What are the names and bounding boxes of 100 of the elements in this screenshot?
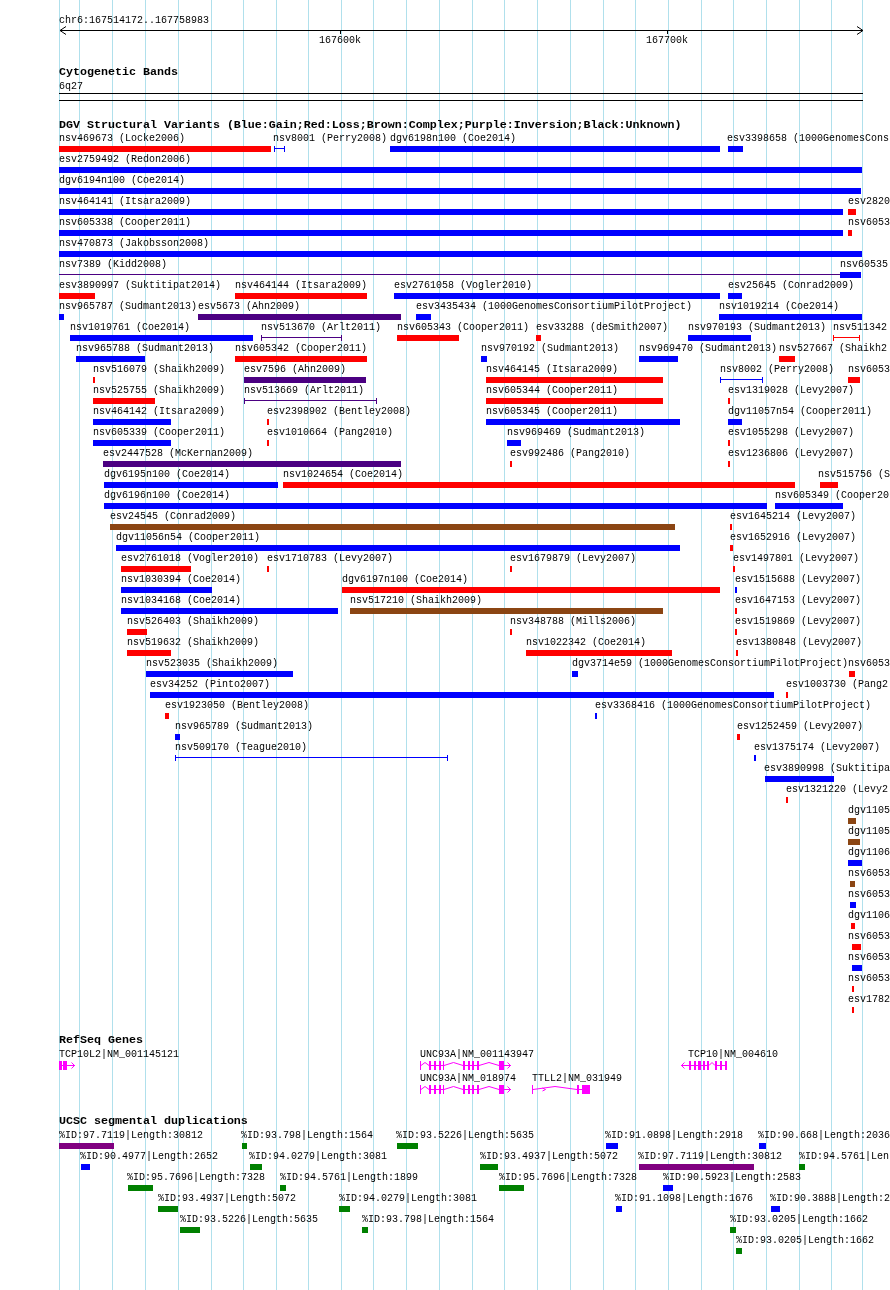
duplication-bar[interactable] xyxy=(606,1143,618,1149)
variant-bar[interactable] xyxy=(536,335,541,341)
variant-bar[interactable] xyxy=(719,314,862,320)
gene-model-drawing[interactable] xyxy=(59,1061,77,1070)
variant-bar[interactable] xyxy=(394,293,720,299)
gene-model-drawing[interactable] xyxy=(681,1061,729,1070)
duplication-bar[interactable] xyxy=(158,1206,178,1212)
variant-bar[interactable] xyxy=(852,944,861,950)
variant-bracket[interactable] xyxy=(261,335,342,341)
variant-bar[interactable] xyxy=(59,230,843,236)
duplication-bar[interactable] xyxy=(242,1143,247,1149)
variant-bar[interactable] xyxy=(850,881,855,887)
variant-bar[interactable] xyxy=(59,167,862,173)
variant-bar[interactable] xyxy=(820,482,838,488)
duplication-bar[interactable] xyxy=(128,1185,153,1191)
variant-bar[interactable] xyxy=(59,188,861,194)
duplication-bar[interactable] xyxy=(480,1164,498,1170)
duplication-bar[interactable] xyxy=(639,1164,754,1170)
variant-bar[interactable] xyxy=(526,650,672,656)
variant-bar[interactable] xyxy=(779,356,795,362)
duplication-bar[interactable] xyxy=(771,1206,780,1212)
variant-bar[interactable] xyxy=(150,692,774,698)
variant-bracket[interactable] xyxy=(274,146,285,152)
duplication-bar[interactable] xyxy=(59,1143,114,1149)
variant-bar[interactable] xyxy=(848,818,856,824)
variant-bar[interactable] xyxy=(127,629,147,635)
variant-bracket[interactable] xyxy=(720,377,763,383)
variant-bracket[interactable] xyxy=(175,755,448,761)
gene-model-drawing[interactable] xyxy=(420,1085,512,1094)
variant-bar[interactable] xyxy=(121,587,212,593)
variant-bar[interactable] xyxy=(165,713,169,719)
variant-bar[interactable] xyxy=(848,209,856,215)
variant-bar[interactable] xyxy=(235,356,367,362)
variant-bar[interactable] xyxy=(59,209,843,215)
variant-bar[interactable] xyxy=(110,524,675,530)
variant-bar[interactable] xyxy=(59,293,95,299)
variant-bar[interactable] xyxy=(688,335,751,341)
duplication-bar[interactable] xyxy=(362,1227,368,1233)
variant-bar[interactable] xyxy=(76,356,145,362)
variant-bracket[interactable] xyxy=(244,398,377,404)
duplication-bar[interactable] xyxy=(730,1227,736,1233)
variant-bar[interactable] xyxy=(390,146,720,152)
variant-bar[interactable] xyxy=(198,314,401,320)
variant-bar[interactable] xyxy=(93,419,171,425)
variant-bar[interactable] xyxy=(121,566,191,572)
variant-bar[interactable] xyxy=(175,734,180,740)
duplication-bar[interactable] xyxy=(759,1143,766,1149)
variant-bar[interactable] xyxy=(397,335,459,341)
variant-bar[interactable] xyxy=(848,839,860,845)
variant-bar[interactable] xyxy=(849,671,855,677)
variant-bar[interactable] xyxy=(486,377,663,383)
duplication-bar[interactable] xyxy=(280,1185,286,1191)
variant-bar[interactable] xyxy=(851,923,855,929)
variant-bar[interactable] xyxy=(728,419,742,425)
variant-bar[interactable] xyxy=(840,272,861,278)
variant-bar[interactable] xyxy=(486,398,663,404)
duplication-bar[interactable] xyxy=(799,1164,805,1170)
variant-bar[interactable] xyxy=(737,734,740,740)
variant-bar[interactable] xyxy=(350,608,663,614)
variant-bar[interactable] xyxy=(572,671,578,677)
variant-bar[interactable] xyxy=(852,965,862,971)
variant-bar[interactable] xyxy=(103,461,401,467)
gene-model-drawing[interactable] xyxy=(420,1061,512,1070)
variant-bar[interactable] xyxy=(104,482,278,488)
variant-bar[interactable] xyxy=(486,419,680,425)
variant-bar[interactable] xyxy=(848,377,860,383)
variant-bar[interactable] xyxy=(342,587,720,593)
variant-bar[interactable] xyxy=(848,230,852,236)
variant-bar[interactable] xyxy=(93,398,155,404)
variant-bar[interactable] xyxy=(728,293,742,299)
duplication-bar[interactable] xyxy=(397,1143,418,1149)
variant-bar[interactable] xyxy=(121,608,338,614)
duplication-bar[interactable] xyxy=(250,1164,262,1170)
variant-bar[interactable] xyxy=(848,860,862,866)
variant-bar[interactable] xyxy=(416,314,431,320)
variant-bar[interactable] xyxy=(481,356,487,362)
duplication-bar[interactable] xyxy=(339,1206,350,1212)
variant-bar[interactable] xyxy=(639,356,678,362)
duplication-bar[interactable] xyxy=(663,1185,673,1191)
duplication-bar[interactable] xyxy=(499,1185,524,1191)
variant-bar[interactable] xyxy=(59,251,862,257)
variant-bar[interactable] xyxy=(728,146,743,152)
variant-bar[interactable] xyxy=(850,902,856,908)
variant-bar[interactable] xyxy=(116,545,680,551)
variant-bar[interactable] xyxy=(59,314,64,320)
duplication-bar[interactable] xyxy=(81,1164,90,1170)
variant-bar[interactable] xyxy=(775,503,843,509)
variant-bar[interactable] xyxy=(283,482,795,488)
variant-bar[interactable] xyxy=(730,545,733,551)
variant-bar[interactable] xyxy=(146,671,293,677)
variant-bar[interactable] xyxy=(235,293,367,299)
variant-bar[interactable] xyxy=(93,440,171,446)
variant-bar[interactable] xyxy=(104,503,767,509)
gene-model-drawing[interactable] xyxy=(532,1085,591,1094)
variant-bar[interactable] xyxy=(507,440,521,446)
variant-line[interactable] xyxy=(59,274,840,275)
duplication-bar[interactable] xyxy=(180,1227,200,1233)
variant-bar[interactable] xyxy=(244,377,366,383)
duplication-bar[interactable] xyxy=(736,1248,742,1254)
duplication-bar[interactable] xyxy=(616,1206,622,1212)
